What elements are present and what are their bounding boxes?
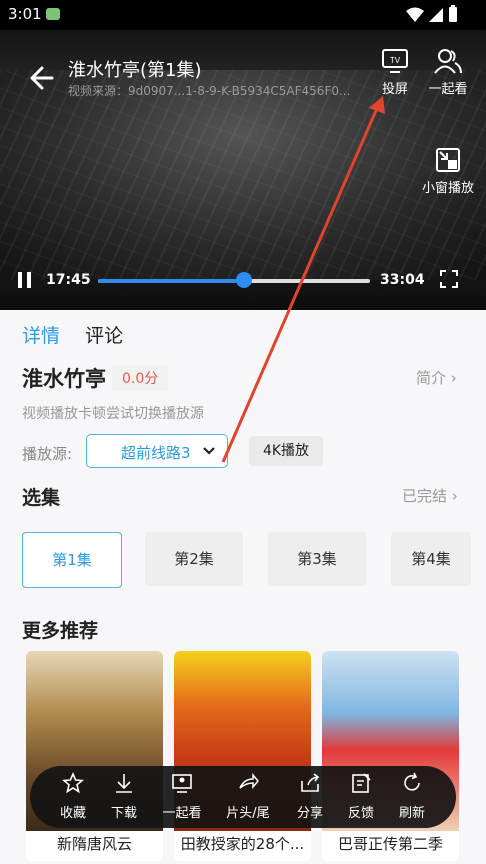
source-label: 播放源:: [22, 445, 73, 463]
episodes-status[interactable]: 已完结 ›: [402, 485, 458, 506]
recommend-card-3[interactable]: 巴哥正传第二季: [322, 651, 459, 861]
status-bar: 3:01: [0, 0, 486, 30]
mini-window-button[interactable]: 小窗播放: [418, 147, 478, 196]
source-select[interactable]: 超前线路3: [86, 434, 228, 468]
download-label: 下载: [110, 806, 137, 821]
tv-cast-icon: TV: [382, 49, 408, 73]
intro-outro-label: 片头/尾: [226, 806, 270, 821]
recommend-title: 田教授家的28个...: [180, 835, 305, 853]
recommend-card-1[interactable]: 新隋唐风云: [26, 651, 163, 861]
pause-icon[interactable]: [16, 270, 34, 290]
episode-2[interactable]: 第2集: [145, 532, 243, 586]
chevron-right-icon: ›: [451, 487, 458, 505]
mini-window-label: 小窗播放: [421, 181, 474, 196]
wifi-icon: [406, 7, 424, 22]
people-icon: [434, 49, 462, 74]
share-icon: [301, 773, 320, 792]
episode-1[interactable]: 第1集: [22, 532, 122, 588]
share-button[interactable]: 分享: [282, 772, 338, 821]
svg-text:TV: TV: [390, 56, 401, 65]
video-title: 淮水竹亭(第1集): [68, 60, 202, 81]
refresh-label: 刷新: [398, 806, 425, 821]
tab-details[interactable]: 详情: [22, 325, 60, 347]
watch-together-toolbar-label: 一起看: [162, 806, 202, 821]
status-time: 3:01: [8, 5, 42, 23]
download-button[interactable]: 下载: [96, 772, 152, 821]
total-time: 33:04: [380, 272, 425, 288]
episode-3[interactable]: 第3集: [268, 532, 366, 586]
recommend-title: 巴哥正传第二季: [337, 835, 443, 853]
tab-comments[interactable]: 评论: [85, 325, 123, 347]
video-player[interactable]: 淮水竹亭(第1集) 视频来源：9d0907...1-8-9-K-B5934C5A…: [0, 30, 486, 310]
skip-icon: [239, 772, 259, 790]
refresh-button[interactable]: 刷新: [384, 772, 440, 821]
action-toolbar: 收藏 下载 一起看 片头/尾 分享 反馈 刷新: [30, 766, 456, 828]
picture-in-picture-icon: [436, 148, 460, 172]
source-select-value: 超前线路3: [121, 444, 191, 462]
signal-icon: [429, 8, 443, 22]
battery-icon: [449, 5, 457, 22]
show-title: 淮水竹亭: [22, 367, 106, 391]
progress-fill: [98, 279, 245, 283]
recommend-title: 新隋唐风云: [56, 835, 132, 853]
intro-link[interactable]: 简介 ›: [416, 367, 457, 388]
chevron-right-icon: ›: [450, 369, 457, 387]
4k-play-button[interactable]: 4K播放: [249, 436, 323, 466]
watch-together-label: 一起看: [428, 82, 468, 97]
back-arrow-icon[interactable]: [26, 64, 54, 92]
episodes-heading: 选集: [22, 487, 61, 509]
progress-handle[interactable]: [236, 272, 253, 288]
cast-button[interactable]: TV 投屏: [376, 48, 414, 97]
favorite-button[interactable]: 收藏: [45, 771, 101, 821]
recommend-heading: 更多推荐: [22, 620, 99, 642]
current-time: 17:45: [46, 272, 91, 288]
intro-outro-button[interactable]: 片头/尾: [220, 772, 276, 821]
watch-together-toolbar-button[interactable]: 一起看: [154, 772, 210, 821]
chevron-down-icon: [203, 447, 215, 455]
star-icon: [62, 771, 84, 794]
intro-label: 简介: [416, 369, 447, 387]
video-frame: [0, 70, 486, 280]
favorite-label: 收藏: [59, 806, 86, 821]
score-badge: 0.0分: [112, 365, 169, 391]
refresh-icon: [404, 772, 420, 791]
feedback-button[interactable]: 反馈: [333, 772, 389, 821]
switch-source-hint: 视频播放卡顿尝试切换播放源: [22, 406, 204, 422]
recommend-card-2[interactable]: 田教授家的28个...: [174, 651, 311, 861]
feedback-label: 反馈: [347, 806, 374, 821]
share-label: 分享: [296, 806, 323, 821]
fullscreen-icon[interactable]: [440, 270, 458, 288]
edit-icon: [352, 773, 371, 793]
episode-4[interactable]: 第4集: [391, 532, 471, 586]
episodes-status-label: 已完结: [402, 487, 448, 505]
screen-share-icon: [172, 774, 192, 793]
watch-together-button[interactable]: 一起看: [424, 48, 472, 97]
tab-bar: 详情 评论: [22, 321, 123, 348]
cast-label: 投屏: [381, 82, 408, 97]
download-icon: [116, 774, 132, 793]
app-notification-icon: [46, 8, 60, 20]
video-source: 视频来源：9d0907...1-8-9-K-B5934C5AF456F0...: [68, 84, 351, 98]
